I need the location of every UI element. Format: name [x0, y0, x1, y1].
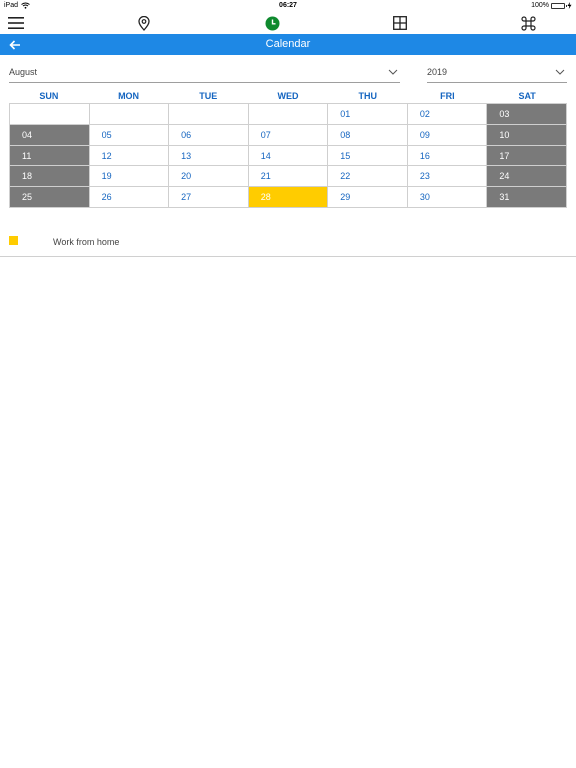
- calendar-day[interactable]: 05: [89, 124, 170, 146]
- calendar-day[interactable]: 09: [407, 124, 488, 146]
- weekday-label: FRI: [440, 91, 455, 101]
- calendar-day[interactable]: 16: [407, 145, 488, 167]
- weekday-header-row: SUN MON TUE WED THU FRI SAT: [9, 88, 567, 103]
- top-toolbar: [0, 12, 576, 34]
- calendar-day[interactable]: 23: [407, 166, 488, 188]
- divider: [0, 256, 576, 257]
- calendar-grid: 01 02 03 04 05 06 07 08 09 10 11 12 13 14 15 16 17 18 19 20…: [9, 103, 567, 208]
- calendar-day-weekend[interactable]: 17: [487, 145, 567, 167]
- calendar-day[interactable]: 12: [89, 145, 170, 167]
- calendar-day-weekend[interactable]: 04: [10, 124, 90, 146]
- weekday-label: WED: [277, 91, 299, 101]
- calendar-day[interactable]: 26: [89, 187, 170, 208]
- calendar-day-wfh[interactable]: 28: [248, 187, 329, 208]
- calendar-day[interactable]: 22: [328, 166, 408, 188]
- month-calendar: SUN MON TUE WED THU FRI SAT 01 02 03 04 05 06…: [9, 88, 567, 208]
- grid-plus-icon[interactable]: [390, 14, 410, 32]
- battery-percent: 100%: [531, 2, 549, 9]
- calendar-day[interactable]: 08: [328, 124, 408, 146]
- calendar-day[interactable]: 29: [328, 187, 408, 208]
- year-select[interactable]: 2019: [427, 62, 567, 83]
- weekday-label: SAT: [518, 91, 536, 101]
- calendar-day[interactable]: 06: [169, 124, 249, 146]
- calendar-day[interactable]: 21: [248, 166, 329, 188]
- status-bar: iPad 06:27 100%: [0, 0, 576, 12]
- calendar-day-weekend[interactable]: 18: [10, 166, 90, 188]
- calendar-day[interactable]: 14: [248, 145, 329, 167]
- chevron-down-icon: [555, 69, 565, 75]
- calendar-day-weekend[interactable]: 24: [487, 166, 567, 188]
- month-value: August: [9, 67, 38, 77]
- chevron-down-icon: [388, 69, 398, 75]
- legend: Work from home: [9, 236, 567, 250]
- calendar-day[interactable]: 13: [169, 145, 249, 167]
- calendar-header: Calendar: [0, 34, 576, 55]
- status-right: 100%: [531, 2, 572, 9]
- calendar-day[interactable]: 20: [169, 166, 249, 188]
- calendar-day[interactable]: 19: [89, 166, 170, 188]
- clock-icon[interactable]: [262, 14, 282, 32]
- calendar-day[interactable]: 02: [407, 104, 488, 125]
- weekday-label: THU: [358, 91, 377, 101]
- charging-icon: [567, 2, 572, 9]
- location-pin-icon[interactable]: [134, 14, 154, 32]
- command-icon[interactable]: [518, 14, 538, 32]
- menu-icon[interactable]: [6, 14, 26, 32]
- calendar-day-weekend[interactable]: 03: [487, 104, 567, 125]
- calendar-day[interactable]: 01: [328, 104, 408, 125]
- legend-label-wfh: Work from home: [53, 237, 120, 247]
- calendar-day[interactable]: 30: [407, 187, 488, 208]
- calendar-day[interactable]: 27: [169, 187, 249, 208]
- status-time: 06:27: [279, 2, 297, 9]
- weekday-label: MON: [118, 91, 140, 101]
- calendar-day-weekend[interactable]: 10: [487, 124, 567, 146]
- weekday-label: SUN: [39, 91, 59, 101]
- year-value: 2019: [427, 67, 448, 77]
- battery-icon: [551, 2, 567, 9]
- calendar-empty-cell: [248, 104, 329, 125]
- page-title: Calendar: [265, 38, 311, 50]
- calendar-empty-cell: [169, 104, 249, 125]
- calendar-day-weekend[interactable]: 31: [487, 187, 567, 208]
- legend-swatch-wfh: [9, 236, 18, 245]
- calendar-empty-cell: [10, 104, 90, 125]
- calendar-day-weekend[interactable]: 11: [10, 145, 90, 167]
- weekday-label: TUE: [199, 91, 218, 101]
- calendar-empty-cell: [89, 104, 170, 125]
- calendar-day[interactable]: 15: [328, 145, 408, 167]
- calendar-day[interactable]: 07: [248, 124, 329, 146]
- calendar-day-weekend[interactable]: 25: [10, 187, 90, 208]
- month-select[interactable]: August: [9, 62, 400, 83]
